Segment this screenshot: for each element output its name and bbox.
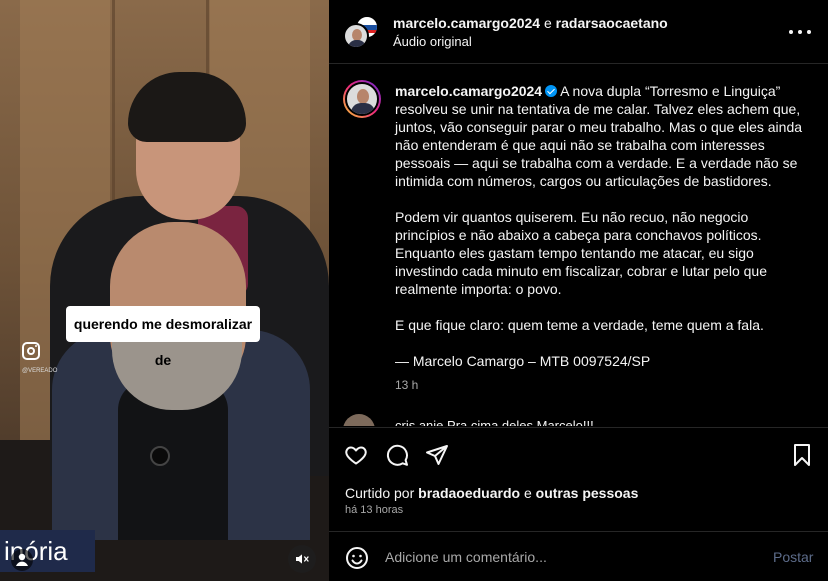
- header-username-2[interactable]: radarsaocaetano: [556, 15, 668, 31]
- caption-timestamp[interactable]: 13 h: [395, 378, 418, 392]
- post-author-avatar[interactable]: [343, 80, 381, 118]
- liked-by-prefix: Curtido por: [345, 485, 415, 501]
- watermark-text: @VEREADO: [22, 368, 58, 374]
- collab-avatars[interactable]: [343, 15, 379, 51]
- share-button[interactable]: [424, 442, 450, 468]
- paper-plane-icon: [426, 445, 448, 465]
- liked-by-summary: Curtido por bradaoeduardo e outras pesso…: [345, 485, 638, 501]
- header-usernames: marcelo.camargo2024 e radarsaocaetano: [393, 15, 668, 31]
- comment-text: cris.anie Pra cima deles Marcelo!!!: [395, 418, 594, 426]
- header-username-1[interactable]: marcelo.camargo2024: [393, 15, 540, 31]
- comment-item: cris.anie Pra cima deles Marcelo!!!: [343, 414, 823, 426]
- caption-username[interactable]: marcelo.camargo2024: [395, 83, 542, 99]
- mute-button[interactable]: [288, 545, 316, 573]
- like-button[interactable]: [343, 442, 369, 468]
- comment-bubble-icon: [386, 444, 408, 466]
- verified-badge-icon: [545, 85, 558, 97]
- caption-paragraph-3: E que fique claro: quem teme a verdade, …: [395, 317, 764, 333]
- post-caption: marcelo.camargo2024 A nova dupla “Torresm…: [395, 82, 811, 370]
- tagged-user-icon[interactable]: [10, 548, 34, 572]
- avatar-marcelo[interactable]: [343, 23, 369, 49]
- liked-by-user[interactable]: bradaoeduardo: [418, 485, 520, 501]
- save-button[interactable]: [789, 442, 815, 468]
- more-dots-icon: [789, 30, 793, 34]
- smiley-icon[interactable]: [345, 546, 369, 570]
- post-header: marcelo.camargo2024 e radarsaocaetano Áu…: [329, 0, 828, 64]
- commenter-avatar[interactable]: [343, 414, 375, 426]
- caption-signature: — Marcelo Camargo – MTB 0097524/SP: [395, 353, 651, 369]
- comment-input[interactable]: [385, 544, 755, 570]
- bookmark-icon: [794, 444, 810, 466]
- heart-icon: [345, 446, 367, 465]
- caption-paragraph-2: Podem vir quantos quiserem. Eu não recuo…: [395, 209, 767, 297]
- reel-video[interactable]: querendo me desmoralizar de @VEREADO inó…: [0, 0, 329, 581]
- post-panel: marcelo.camargo2024 e radarsaocaetano Áu…: [329, 0, 828, 581]
- add-comment-bar: Postar: [329, 531, 828, 581]
- video-caption: querendo me desmoralizar de: [66, 306, 260, 368]
- lapel-microphone: [150, 446, 170, 466]
- speaker-muted-icon: [296, 554, 309, 564]
- liked-by-joiner: e: [523, 485, 532, 501]
- post-comment-button[interactable]: Postar: [773, 549, 813, 565]
- liked-by-others[interactable]: outras pessoas: [536, 485, 639, 501]
- comment-button[interactable]: [384, 442, 410, 468]
- header-joiner: e: [543, 15, 552, 31]
- comments-scroll-area[interactable]: marcelo.camargo2024 A nova dupla “Torresm…: [329, 64, 828, 426]
- more-options-button[interactable]: [789, 22, 811, 42]
- audio-label[interactable]: Áudio original: [393, 34, 472, 49]
- action-bar: Curtido por bradaoeduardo e outras pesso…: [329, 427, 828, 577]
- post-time-ago[interactable]: há 13 horas: [345, 504, 403, 516]
- instagram-icon: [22, 342, 40, 360]
